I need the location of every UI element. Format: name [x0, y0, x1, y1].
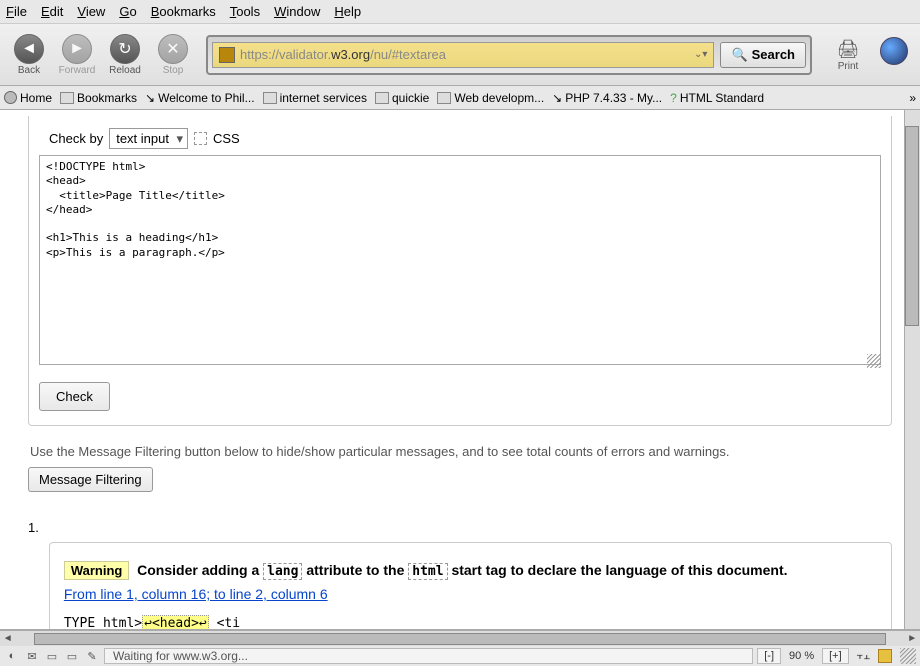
- vertical-scrollbar[interactable]: [904, 110, 920, 629]
- url-bar-container: https://validator.w3.org/nu/#textarea ⌄▾…: [206, 35, 812, 75]
- url-dropdown-icon[interactable]: ⌄▾: [694, 49, 707, 60]
- css-label: CSS: [213, 131, 240, 146]
- globe-icon: [880, 37, 908, 65]
- zoom-out[interactable]: [-]: [757, 648, 781, 664]
- zoom-in[interactable]: [+]: [822, 648, 849, 664]
- printer-icon: 🖨: [834, 37, 862, 61]
- bookmark-welcome[interactable]: ↘Welcome to Phil...: [145, 91, 255, 105]
- help-icon: ?: [670, 91, 677, 105]
- result-location-link[interactable]: From line 1, column 16; to line 2, colum…: [64, 586, 328, 602]
- reload-button[interactable]: ↻Reload: [102, 34, 148, 76]
- scroll-right-icon[interactable]: ►: [904, 633, 920, 644]
- home-icon: [4, 91, 17, 104]
- status-icon-1[interactable]: ◐: [4, 649, 20, 663]
- bookmark-webdev[interactable]: Web developm...: [437, 91, 544, 105]
- back-button[interactable]: ◄Back: [6, 34, 52, 76]
- result-headline: Warning Consider adding a lang attribute…: [64, 559, 877, 583]
- status-icon-edit[interactable]: ✎: [84, 649, 100, 663]
- hscroll-thumb[interactable]: [34, 633, 887, 645]
- status-icon-3[interactable]: ▭: [44, 649, 60, 663]
- url-host: w3.org: [331, 47, 370, 62]
- toolbar: ◄Back ►Forward ↻Reload ✕Stop https://val…: [0, 24, 920, 86]
- resize-grip[interactable]: [900, 648, 916, 664]
- folder-icon: [437, 92, 451, 104]
- menu-window[interactable]: Window: [274, 4, 320, 19]
- folder-icon: [375, 92, 389, 104]
- status-sep: ⫟⫠: [857, 650, 870, 663]
- search-button[interactable]: 🔍Search: [720, 42, 806, 68]
- zoom-level: 90 %: [789, 650, 814, 662]
- search-icon: 🔍: [731, 47, 747, 63]
- message-filtering-button[interactable]: Message Filtering: [28, 467, 153, 492]
- warning-badge: Warning: [64, 561, 130, 580]
- bookmark-quickie[interactable]: quickie: [375, 91, 429, 105]
- url-path: /nu/#textarea: [370, 47, 446, 62]
- menu-edit[interactable]: Edit: [41, 4, 63, 19]
- check-button[interactable]: Check: [39, 382, 110, 411]
- menu-view[interactable]: View: [77, 4, 105, 19]
- status-icon-4[interactable]: ▭: [64, 649, 80, 663]
- home-bookmark[interactable]: Home: [4, 91, 52, 105]
- bookmarks-overflow[interactable]: »: [909, 91, 916, 105]
- page-icon: ↘: [145, 91, 155, 105]
- url-bar[interactable]: https://validator.w3.org/nu/#textarea ⌄▾: [212, 42, 714, 68]
- url-prefix: https://validator.: [240, 47, 331, 62]
- resize-handle[interactable]: [867, 354, 881, 368]
- checkby-select[interactable]: text input: [109, 128, 188, 149]
- result-number: 1.: [28, 518, 39, 630]
- status-icon-mail[interactable]: ✉: [24, 649, 40, 663]
- stop-button[interactable]: ✕Stop: [150, 34, 196, 76]
- horizontal-scrollbar[interactable]: ◄ ►: [0, 630, 920, 646]
- folder-icon: [60, 92, 74, 104]
- source-textarea[interactable]: [39, 155, 881, 365]
- bookmark-internet[interactable]: internet services: [263, 91, 367, 105]
- bookmarks-folder[interactable]: Bookmarks: [60, 91, 137, 105]
- page-content: Check by text input CSS Check Use the Me…: [0, 110, 920, 630]
- folder-icon: [263, 92, 277, 104]
- bookmark-htmlstd[interactable]: ?HTML Standard: [670, 91, 764, 105]
- forward-button[interactable]: ►Forward: [54, 34, 100, 76]
- site-icon: [219, 47, 235, 63]
- scrollbar-thumb[interactable]: [905, 126, 919, 326]
- result-source: TYPE html>↩<head>↩ <ti: [64, 613, 877, 630]
- menu-bookmarks[interactable]: Bookmarks: [151, 4, 216, 19]
- bookmarks-bar: Home Bookmarks ↘Welcome to Phil... inter…: [0, 86, 920, 110]
- menu-bar: FFileile Edit View Go Bookmarks Tools Wi…: [0, 0, 920, 24]
- status-bar: ◐ ✉ ▭ ▭ ✎ Waiting for www.w3.org... [-] …: [0, 646, 920, 666]
- checkby-label: Check by: [49, 131, 103, 146]
- menu-tools[interactable]: Tools: [230, 4, 260, 19]
- lock-icon[interactable]: [878, 649, 892, 663]
- scroll-left-icon[interactable]: ◄: [0, 633, 16, 644]
- filter-hint: Use the Message Filtering button below t…: [30, 444, 890, 459]
- page-icon: ↘: [552, 91, 562, 105]
- menu-help[interactable]: Help: [334, 4, 361, 19]
- menu-go[interactable]: Go: [119, 4, 136, 19]
- status-text: Waiting for www.w3.org...: [104, 648, 753, 664]
- bookmark-php[interactable]: ↘PHP 7.4.33 - My...: [552, 91, 662, 105]
- css-checkbox[interactable]: [194, 132, 207, 145]
- throbber: [874, 37, 914, 72]
- menu-file[interactable]: FFileile: [6, 4, 27, 19]
- print-button[interactable]: 🖨Print: [828, 37, 868, 72]
